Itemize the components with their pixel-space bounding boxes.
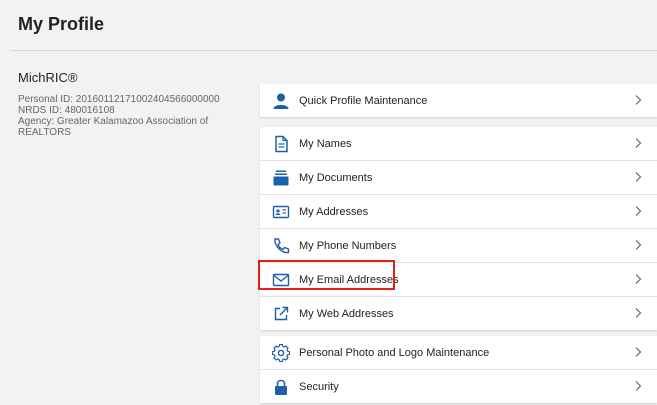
menu-item-label: My Names bbox=[299, 137, 352, 150]
chevron-right-icon bbox=[635, 308, 642, 318]
section-label-org: MichRIC® bbox=[18, 70, 78, 85]
chevron-right-icon bbox=[635, 381, 642, 391]
chevron-right-icon bbox=[635, 95, 642, 105]
menu-item-quick-profile[interactable]: Quick Profile Maintenance bbox=[260, 84, 657, 117]
contact-info-card: My Names My Documents My Addresses My Ph… bbox=[260, 127, 657, 330]
nrds-id: NRDS ID: 480016108 bbox=[18, 105, 115, 116]
chevron-right-icon bbox=[635, 347, 642, 357]
menu-item-label: My Web Addresses bbox=[299, 307, 394, 320]
document-icon bbox=[271, 134, 291, 154]
menu-item-my-phone-numbers[interactable]: My Phone Numbers bbox=[260, 229, 657, 263]
menu-item-my-documents[interactable]: My Documents bbox=[260, 161, 657, 195]
chevron-right-icon bbox=[635, 138, 642, 148]
id-card-icon bbox=[271, 202, 291, 222]
menu-item-label: Security bbox=[299, 380, 339, 393]
menu-item-my-web-addresses[interactable]: My Web Addresses bbox=[260, 297, 657, 330]
lock-icon bbox=[271, 377, 291, 397]
menu-item-label: Personal Photo and Logo Maintenance bbox=[299, 346, 490, 359]
page-title: My Profile bbox=[18, 14, 105, 34]
chevron-right-icon bbox=[635, 172, 642, 182]
tray-icon bbox=[271, 168, 291, 188]
chevron-right-icon bbox=[635, 240, 642, 250]
phone-icon bbox=[271, 236, 291, 256]
menu-item-label: My Phone Numbers bbox=[299, 239, 397, 252]
menu-item-my-addresses[interactable]: My Addresses bbox=[260, 195, 657, 229]
title-divider bbox=[10, 50, 657, 51]
highlight-box bbox=[258, 260, 395, 290]
quick-profile-card: Quick Profile Maintenance bbox=[260, 84, 657, 117]
chevron-right-icon bbox=[635, 206, 642, 216]
external-link-icon bbox=[271, 304, 291, 324]
profile-meta: Personal ID: 20160112171002404566000000 … bbox=[18, 94, 238, 138]
menu-item-photo-logo[interactable]: Personal Photo and Logo Maintenance bbox=[260, 336, 657, 370]
account-settings-card: Personal Photo and Logo Maintenance Secu… bbox=[260, 336, 657, 403]
gear-icon bbox=[271, 343, 291, 363]
chevron-right-icon bbox=[635, 274, 642, 284]
agency: Agency: Greater Kalamazoo Association of… bbox=[18, 116, 209, 138]
menu-item-my-names[interactable]: My Names bbox=[260, 127, 657, 161]
menu-item-security[interactable]: Security bbox=[260, 370, 657, 403]
menu-item-label: My Addresses bbox=[299, 205, 369, 218]
menu-item-label: Quick Profile Maintenance bbox=[299, 94, 428, 107]
menu-item-label: My Documents bbox=[299, 171, 373, 184]
user-icon bbox=[271, 91, 291, 111]
personal-id: Personal ID: 20160112171002404566000000 bbox=[18, 94, 220, 105]
